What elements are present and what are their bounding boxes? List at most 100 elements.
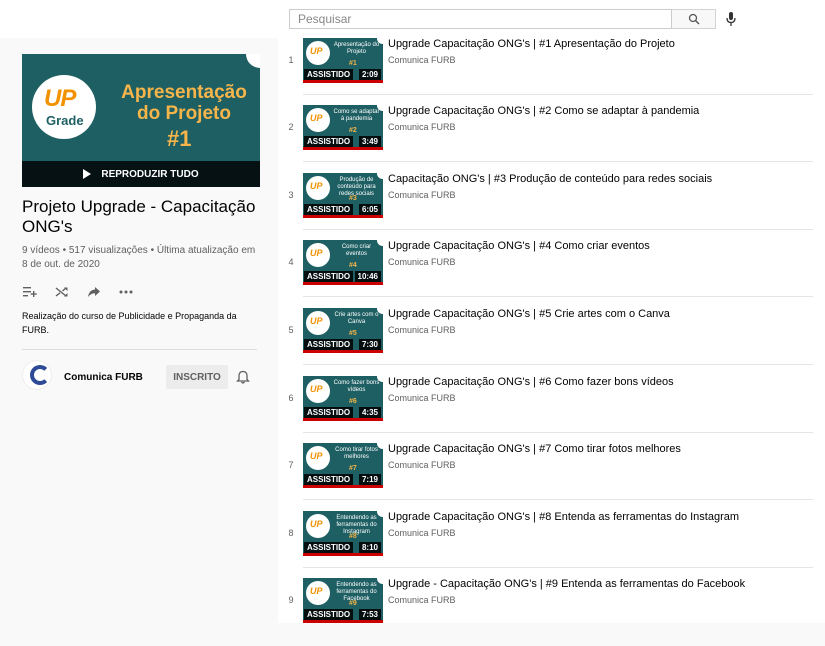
- video-channel[interactable]: Comunica FURB: [388, 460, 456, 470]
- video-channel[interactable]: Comunica FURB: [388, 528, 456, 538]
- mic-icon: [726, 12, 736, 26]
- video-channel[interactable]: Comunica FURB: [388, 393, 456, 403]
- video-title[interactable]: Capacitação ONG's | #3 Produção de conte…: [388, 172, 813, 186]
- play-icon: [83, 169, 92, 179]
- video-index: 7: [288, 460, 294, 470]
- thumbnail-text: Como criar eventos: [341, 244, 372, 257]
- shuffle-icon[interactable]: [54, 284, 70, 300]
- thumbnail-number: #9: [349, 600, 357, 607]
- video-thumbnail[interactable]: Como criar eventos #4 ASSISTIDO10:46: [303, 240, 383, 285]
- watch-progress-bar: [303, 418, 383, 421]
- video-channel[interactable]: Comunica FURB: [388, 257, 456, 267]
- video-index: 1: [288, 55, 294, 65]
- video-thumbnail[interactable]: Produção de conteúdo para redes sociais#…: [303, 173, 383, 218]
- watch-progress-bar: [303, 80, 383, 83]
- video-row[interactable]: 7 Como tirar fotos melhores #7 ASSISTIDO 7:1…: [278, 443, 825, 511]
- video-title[interactable]: Upgrade Capacitação ONG's | #7 Como tira…: [388, 442, 813, 456]
- upgrade-logo: [306, 243, 330, 267]
- upgrade-logo: UP Grade: [32, 75, 96, 139]
- row-divider: [303, 296, 813, 297]
- watch-progress-bar: [303, 282, 383, 285]
- video-row[interactable]: 2 Como se adaptar à pandemia #2 ASSISTIDO 3:…: [278, 105, 825, 173]
- play-all-button[interactable]: REPRODUZIR TUDO: [22, 161, 260, 187]
- video-title[interactable]: Upgrade Capacitação ONG's | #2 Como se a…: [388, 104, 813, 118]
- video-row[interactable]: 9 Entendendo as ferramentas do Facebook#9…: [278, 578, 825, 646]
- video-index: 4: [288, 257, 294, 267]
- video-row[interactable]: 1 Apresentação do Projeto #1 ASSISTIDO 2:09 U…: [278, 38, 825, 106]
- video-row[interactable]: 6 Como fazer bons vídeos #6 ASSISTIDO 4:35 Up…: [278, 376, 825, 444]
- search-input[interactable]: Pesquisar: [289, 9, 672, 29]
- subscribe-button[interactable]: INSCRITO: [166, 365, 228, 389]
- watched-badge: ASSISTIDO: [304, 136, 354, 147]
- thumbnail-text: Como tirar fotos melhores: [335, 447, 378, 460]
- playlist-title[interactable]: Projeto Upgrade - Capacitação ONG's: [22, 197, 262, 237]
- thumbnail-text: Como se adaptar à pandemia: [333, 109, 380, 122]
- video-channel[interactable]: Comunica FURB: [388, 325, 456, 335]
- thumbnail-number: #3: [349, 195, 357, 202]
- row-divider: [303, 499, 813, 500]
- watched-badge: ASSISTIDO: [304, 339, 354, 350]
- row-divider: [303, 432, 813, 433]
- watched-badge: ASSISTIDO: [304, 407, 354, 418]
- upgrade-logo: [306, 311, 330, 335]
- playlist-thumbnail[interactable]: UP Grade Apresentação do Projeto #1 REPR…: [22, 54, 260, 187]
- upgrade-logo: [306, 108, 330, 132]
- search-button[interactable]: [672, 9, 716, 29]
- upgrade-logo: [306, 446, 330, 470]
- video-row[interactable]: 3 Produção de conteúdo para redes sociais…: [278, 173, 825, 241]
- video-thumbnail[interactable]: Entendendo as ferramentas do Instagram#8…: [303, 511, 383, 556]
- video-thumbnail[interactable]: Como se adaptar à pandemia #2 ASSISTIDO 3:4…: [303, 105, 383, 150]
- thumbnail-corner-decoration: [246, 54, 260, 68]
- video-row[interactable]: 8 Entendendo as ferramentas do Instagram#…: [278, 511, 825, 579]
- bell-icon[interactable]: [236, 370, 250, 384]
- video-title[interactable]: Upgrade Capacitação ONG's | #4 Como cria…: [388, 239, 813, 253]
- video-title[interactable]: Upgrade Capacitação ONG's | #8 Entenda a…: [388, 510, 813, 524]
- thumbnail-number: #2: [349, 127, 357, 134]
- video-thumbnail[interactable]: Como fazer bons vídeos #6 ASSISTIDO 4:35: [303, 376, 383, 421]
- video-duration: 6:05: [358, 204, 381, 215]
- video-channel[interactable]: Comunica FURB: [388, 122, 456, 132]
- video-title[interactable]: Upgrade - Capacitação ONG's | #9 Entenda…: [388, 577, 813, 591]
- video-title[interactable]: Upgrade Capacitação ONG's | #6 Como faze…: [388, 375, 813, 389]
- video-index: 8: [288, 528, 294, 538]
- video-channel[interactable]: Comunica FURB: [388, 595, 456, 605]
- video-row[interactable]: 5 Crie artes com o Canva #5 ASSISTIDO 7:30 Up…: [278, 308, 825, 376]
- channel-avatar[interactable]: [22, 360, 52, 390]
- upgrade-logo: [306, 379, 330, 403]
- watched-badge: ASSISTIDO: [304, 609, 354, 620]
- upgrade-logo: [306, 41, 330, 65]
- video-duration: 7:30: [358, 339, 381, 350]
- playlist-sidebar: UP Grade Apresentação do Projeto #1 REPR…: [0, 38, 278, 623]
- watch-progress-bar: [303, 485, 383, 488]
- watch-progress-bar: [303, 215, 383, 218]
- upgrade-logo: [306, 581, 330, 605]
- playlist-stats: 9 vídeos • 517 visualizações • Última at…: [22, 245, 256, 270]
- logo-text-up: UP: [44, 85, 76, 112]
- more-icon[interactable]: [118, 284, 134, 300]
- video-row[interactable]: 4 Como criar eventos #4 ASSISTIDO10:46 Upgra…: [278, 240, 825, 308]
- video-duration: 4:35: [358, 407, 381, 418]
- video-index: 5: [288, 325, 294, 335]
- upgrade-logo: [306, 514, 330, 538]
- video-title[interactable]: Upgrade Capacitação ONG's | #1 Apresenta…: [388, 37, 813, 51]
- video-index: 3: [288, 190, 294, 200]
- share-icon[interactable]: [86, 284, 102, 300]
- watch-progress-bar: [303, 350, 383, 353]
- video-channel[interactable]: Comunica FURB: [388, 190, 456, 200]
- channel-name[interactable]: Comunica FURB: [64, 372, 143, 383]
- video-index: 6: [288, 393, 294, 403]
- voice-search-button[interactable]: [723, 10, 739, 28]
- thumbnail-number: #8: [349, 533, 357, 540]
- playlist-video-list: 1 Apresentação do Projeto #1 ASSISTIDO 2:09 U…: [278, 38, 825, 623]
- thumbnail-text: Crie artes com o Canva: [334, 312, 379, 325]
- video-thumbnail[interactable]: Crie artes com o Canva #5 ASSISTIDO 7:30: [303, 308, 383, 353]
- channel-logo-icon: [30, 365, 50, 385]
- video-thumbnail[interactable]: Como tirar fotos melhores #7 ASSISTIDO 7:19: [303, 443, 383, 488]
- video-channel[interactable]: Comunica FURB: [388, 55, 456, 65]
- video-thumbnail[interactable]: Apresentação do Projeto #1 ASSISTIDO 2:09: [303, 38, 383, 83]
- video-thumbnail[interactable]: Entendendo as ferramentas do Facebook#9A…: [303, 578, 383, 623]
- video-title[interactable]: Upgrade Capacitação ONG's | #5 Crie arte…: [388, 307, 813, 321]
- thumbnail-number: #1: [349, 60, 357, 67]
- thumbnail-number: #6: [349, 398, 357, 405]
- add-to-queue-icon[interactable]: [22, 284, 38, 300]
